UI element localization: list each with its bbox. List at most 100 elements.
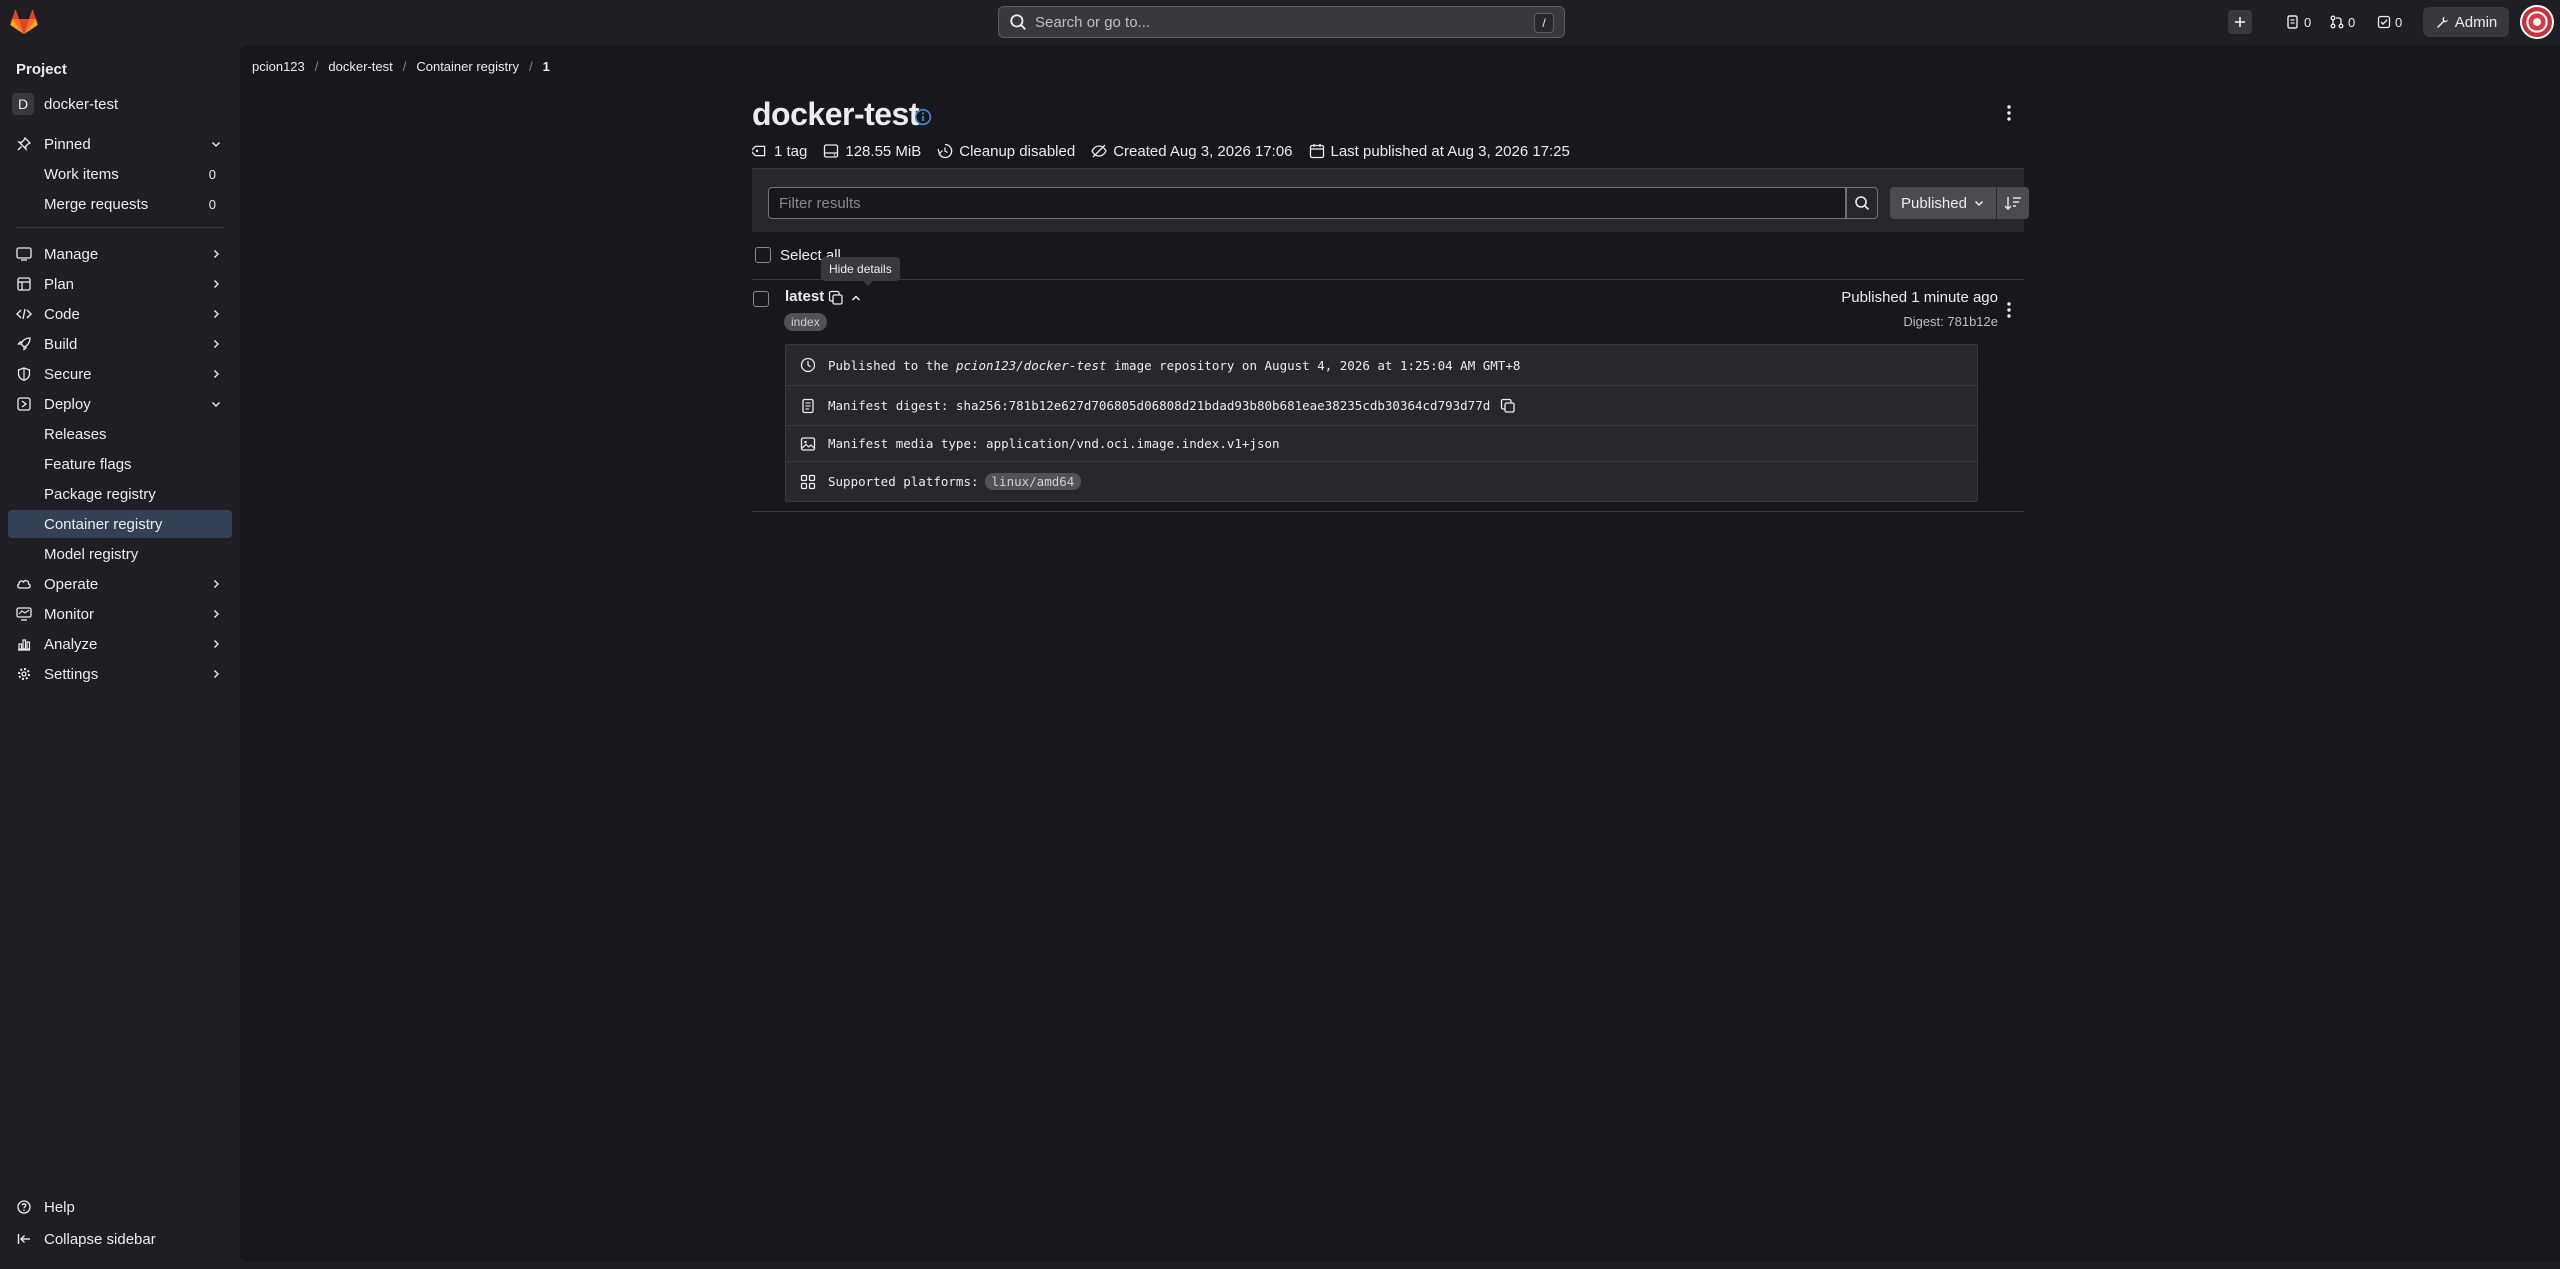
sidebar-item-feature-flags[interactable]: Feature flags [8,450,232,478]
planning-icon [16,276,32,292]
filter-search-button[interactable] [1846,187,1878,219]
sidebar: Project D docker-test Pinned Work items … [0,45,240,1269]
eye-slash-icon [1091,144,1107,158]
sidebar-item-build[interactable]: Build [8,330,232,358]
image-actions-menu-button[interactable] [2000,103,2018,123]
ellipsis-vertical-icon [2007,302,2011,318]
chevron-down-icon [212,142,220,147]
sort-direction-button[interactable] [1997,187,2029,219]
created-date: Created Aug 3, 2026 17:06 [1091,143,1293,160]
sidebar-item-work-items[interactable]: Work items 0 [8,160,232,188]
admin-button[interactable]: Admin [2423,7,2509,37]
search-shortcut-key: / [1534,13,1554,33]
last-published-date: Last published at Aug 3, 2026 17:25 [1309,143,1570,160]
breadcrumb-item[interactable]: Container registry [416,59,519,74]
platform-badge: linux/amd64 [984,473,1082,490]
info-icon[interactable] [914,108,932,126]
image-icon [800,436,816,451]
issues-counter[interactable]: 0 [2286,12,2311,32]
tag-published-time: Published 1 minute ago [1841,289,1998,306]
sidebar-item-model-registry[interactable]: Model registry [8,540,232,568]
merge-requests-count: 0 [2348,14,2356,30]
sidebar-item-label: Container registry [44,515,163,533]
collapse-left-icon [16,1231,32,1247]
sidebar-item-deploy[interactable]: Deploy [8,390,232,418]
top-bar: Search or go to... / 0 0 0 Admin [0,0,2560,45]
thumbtack-icon [16,136,32,152]
sidebar-item-manage[interactable]: Manage [8,240,232,268]
sidebar-item-plan[interactable]: Plan [8,270,232,298]
todos-counter[interactable]: 0 [2377,12,2402,32]
sidebar-item-settings[interactable]: Settings [8,660,232,688]
breadcrumb-separator: / [528,59,533,74]
chart-icon [16,636,32,652]
tag-name[interactable]: latest [785,288,824,305]
sidebar-item-label: Analyze [44,635,98,653]
create-new-button[interactable] [2228,10,2252,34]
issues-count: 0 [2304,14,2312,30]
select-all-checkbox[interactable] [755,247,771,263]
sidebar-item-secure[interactable]: Secure [8,360,232,388]
page-title: docker-test [752,96,920,132]
sidebar-item-package-registry[interactable]: Package registry [8,480,232,508]
sidebar-item-releases[interactable]: Releases [8,420,232,448]
sidebar-item-label: Monitor [44,605,95,623]
chevron-right-icon [214,340,219,348]
gear-icon [16,666,32,682]
sidebar-pinned[interactable]: Pinned [8,130,232,158]
tag-details-panel: Published to the pcion123/docker-test im… [785,344,1978,502]
shield-icon [16,366,32,382]
help-button[interactable]: Help [8,1193,232,1221]
wrench-icon [2436,16,2448,28]
user-avatar[interactable] [2520,5,2554,39]
sidebar-project[interactable]: D docker-test [12,92,118,116]
tag-count-text: 1 tag [774,142,808,160]
list-divider [752,511,2024,512]
chevron-right-icon [214,640,219,648]
admin-label: Admin [2454,13,2498,31]
chevron-down-icon [212,402,220,407]
sidebar-item-merge-requests[interactable]: Merge requests 0 [8,190,232,218]
sidebar-item-label: Package registry [44,485,156,503]
sort-dropdown[interactable]: Published [1890,187,1996,219]
search-icon [1010,14,1026,30]
grid-icon [800,474,816,489]
chevron-right-icon [214,370,219,378]
gitlab-logo-icon[interactable] [10,9,38,35]
collapse-sidebar-button[interactable]: Collapse sidebar [8,1225,232,1253]
tooltip: Hide details [821,257,900,286]
merge-requests-counter[interactable]: 0 [2330,12,2355,32]
breadcrumb-current[interactable]: 1 [543,59,550,74]
filter-placeholder: Filter results [779,194,861,212]
main-content: pcion123 / docker-test / Container regis… [240,45,2560,1262]
code-icon [16,306,32,322]
chevron-right-icon [214,610,219,618]
breadcrumb-separator: / [402,59,407,74]
sidebar-item-monitor[interactable]: Monitor [8,600,232,628]
sidebar-item-label: Code [44,305,80,323]
copy-icon[interactable] [828,290,844,306]
sidebar-item-code[interactable]: Code [8,300,232,328]
tag-actions-menu-button[interactable] [2000,300,2018,320]
search-icon [1855,196,1870,211]
collapse-sidebar-label: Collapse sidebar [44,1230,156,1248]
hide-details-button[interactable] [848,290,864,306]
copy-digest-icon[interactable] [1500,398,1516,414]
sidebar-item-operate[interactable]: Operate [8,570,232,598]
detail-published: Published to the pcion123/docker-test im… [786,345,1977,385]
project-name: docker-test [44,95,119,113]
detail-platforms: Supported platforms: linux/amd64 [786,461,1977,501]
tag-icon [752,145,766,157]
sidebar-item-analyze[interactable]: Analyze [8,630,232,658]
tag-digest: Digest: 781b12e [1903,314,1998,329]
tag-count: 1 tag [752,143,807,160]
sidebar-divider [16,227,224,228]
breadcrumb-item[interactable]: docker-test [328,59,392,74]
sidebar-item-container-registry[interactable]: Container registry [8,510,232,538]
deployments-icon [16,396,32,412]
detail-published-suffix: image repository on August 4, 2026 at 1:… [1114,357,1521,373]
filter-results-input[interactable]: Filter results [768,187,1846,219]
breadcrumb-item[interactable]: pcion123 [252,59,305,74]
search-input[interactable]: Search or go to... / [998,6,1565,38]
tag-checkbox[interactable] [753,291,769,307]
